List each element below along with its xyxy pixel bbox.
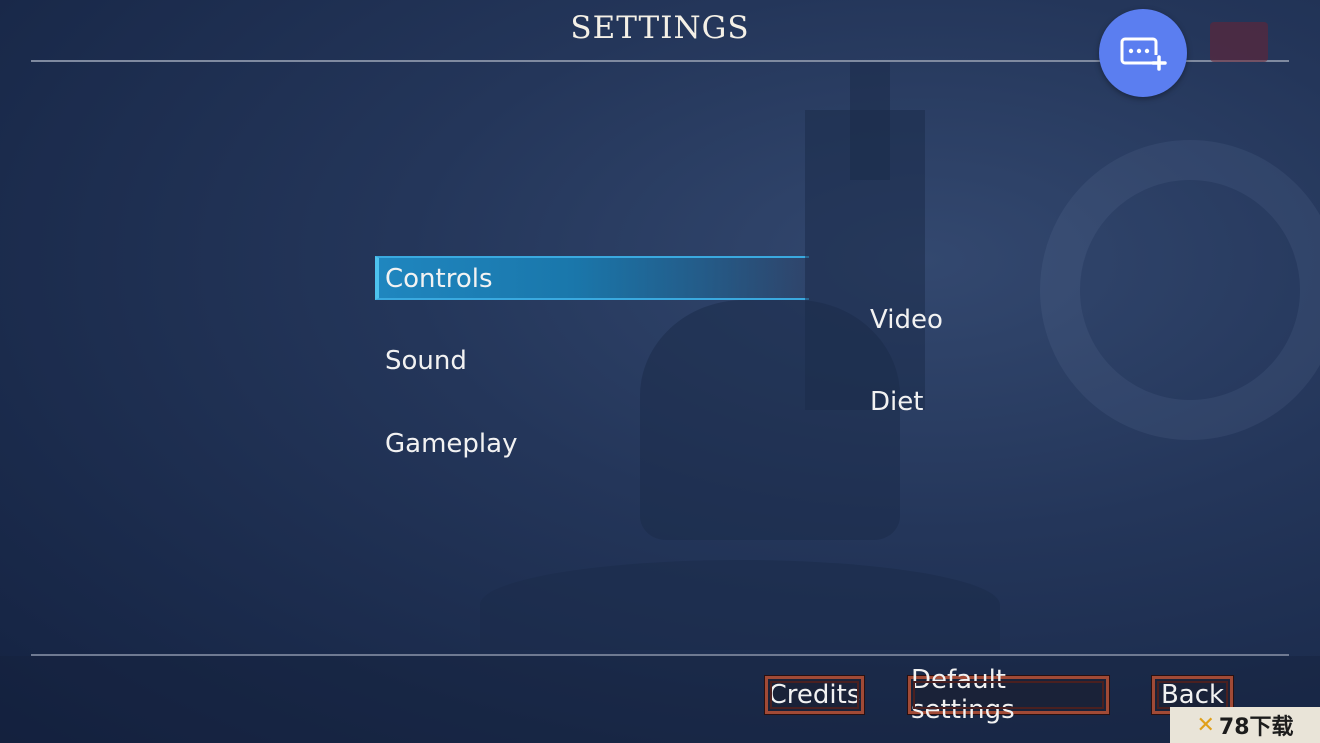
back-button-label: Back xyxy=(1160,680,1225,710)
menu-item-label: Diet xyxy=(870,387,924,417)
watermark-logo: ✕ 78下载 xyxy=(1170,707,1320,743)
watermark-x-icon: ✕ xyxy=(1196,712,1215,738)
menu-item-label: Video xyxy=(870,305,943,335)
menu-item-label: Controls xyxy=(385,264,493,294)
castle-tower xyxy=(850,60,890,180)
menu-item-label: Gameplay xyxy=(385,429,518,459)
menu-item-label: Sound xyxy=(385,346,467,376)
add-message-button[interactable] xyxy=(1099,9,1187,97)
castle-rock xyxy=(640,300,900,540)
credits-button-label: Credits xyxy=(768,680,861,710)
menu-item-video[interactable]: Video xyxy=(870,307,943,333)
menu-item-diet[interactable]: Diet xyxy=(870,389,923,415)
background xyxy=(0,0,1320,743)
bottom-divider xyxy=(31,654,1289,656)
credits-button[interactable]: Credits xyxy=(765,676,864,714)
watermark-text: 78下载 xyxy=(1218,715,1294,740)
red-corner-decor xyxy=(1210,22,1268,62)
footer-band xyxy=(0,656,1320,743)
message-add-icon xyxy=(1120,37,1167,71)
foreground-hill xyxy=(480,560,1000,650)
menu-item-gameplay[interactable]: Gameplay xyxy=(385,431,517,457)
castle-silhouette xyxy=(805,110,925,410)
default-settings-button[interactable]: Default settings xyxy=(908,665,1109,725)
default-settings-button-label: Default settings xyxy=(911,665,1015,725)
moon-decor xyxy=(1040,140,1320,440)
menu-item-controls[interactable]: Controls xyxy=(375,256,808,300)
menu-item-sound[interactable]: Sound xyxy=(385,348,467,374)
